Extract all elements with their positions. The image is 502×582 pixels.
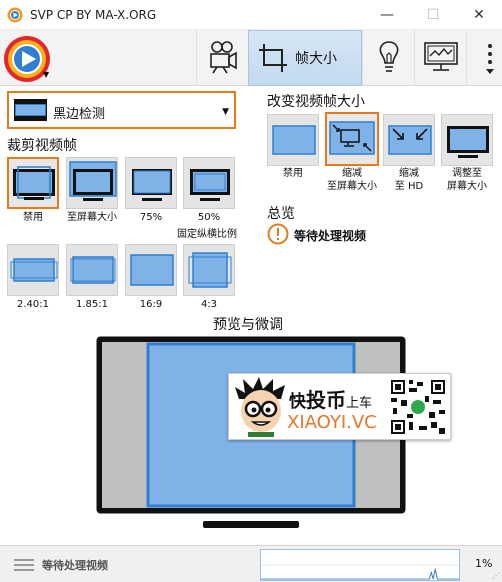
status-bar: 等待处理视频 1% ⋰ (0, 545, 502, 582)
resize-grip-icon[interactable]: ⋰ (492, 571, 500, 580)
shrink-to-hd-icon (388, 125, 432, 155)
tab-video-camera[interactable] (196, 30, 248, 86)
monitor-75-icon (132, 169, 172, 201)
resize-disabled-button[interactable] (267, 114, 319, 166)
cartoon-avatar-icon (235, 377, 285, 437)
cpu-percent: 1% (475, 557, 493, 570)
qr-code-icon (389, 378, 447, 436)
watermark-slogan-a: 快 (289, 392, 306, 412)
monitor-icon (13, 166, 55, 200)
crop-disabled-label: 禁用 (23, 212, 43, 223)
toolbar-divider (466, 30, 467, 86)
overview-status: 等待处理视频 (294, 229, 367, 243)
monitor-chart-icon (424, 42, 458, 71)
ratio-185-icon (70, 256, 116, 284)
hamburger-menu-icon[interactable] (14, 558, 34, 572)
ratio-185-label: 1.85:1 (76, 299, 108, 310)
ratio-43-label: 4:3 (200, 299, 218, 310)
monitor-fit-icon (69, 161, 117, 201)
resize-disabled-icon (272, 125, 316, 155)
svp-app-icon (7, 7, 23, 23)
shrink-to-hd-button[interactable] (383, 114, 435, 166)
warning-icon (267, 223, 289, 245)
ratio-169-icon (130, 254, 174, 286)
tab-frame-size-label: 帧大小 (295, 51, 337, 67)
tab-lightbulb[interactable] (362, 30, 414, 86)
tab-frame-size[interactable]: 帧大小 (248, 30, 362, 86)
title-bar: SVP CP BY MA-X.ORG — ☐ ✕ (0, 0, 502, 30)
letterbox-icon (14, 99, 47, 121)
video-camera-icon (210, 41, 237, 74)
watermark-slogan: 快投币上车 (289, 384, 372, 413)
window-title: SVP CP BY MA-X.ORG (30, 8, 157, 22)
close-button[interactable]: ✕ (456, 0, 502, 30)
watermark-card: 快投币上车 XIAOYI.VC (228, 373, 451, 440)
shrink-to-screen-icon (329, 121, 375, 155)
monitor-50-icon (190, 169, 230, 201)
chevron-down-icon: ▼ (222, 107, 229, 117)
crop-50-button[interactable] (183, 157, 235, 209)
shrink-to-hd-label: 缩减 至 HD (394, 168, 424, 192)
tab-monitor[interactable] (414, 30, 466, 86)
ratio-169-label: 16:9 (139, 299, 163, 310)
crop-to-screen-label: 至屏幕大小 (67, 212, 117, 223)
ratio-43-button[interactable] (183, 244, 235, 296)
dropdown-value: 黑边检测 (53, 107, 106, 122)
watermark-slogan-c: 上车 (346, 396, 373, 411)
minimize-button[interactable]: — (364, 0, 410, 30)
ratio-43-icon (188, 252, 232, 288)
fixed-ratio-label: 固定纵横比例 (177, 229, 237, 240)
shrink-to-screen-button[interactable] (325, 112, 379, 166)
crop-disabled-button[interactable] (7, 157, 59, 209)
lightbulb-icon (379, 41, 399, 72)
ratio-169-button[interactable] (125, 244, 177, 296)
preview-title: 预览与微调 (213, 317, 283, 333)
fit-to-screen-label: 调整至 屏幕大小 (447, 168, 487, 192)
overview-heading: 总览 (267, 206, 295, 222)
fit-to-screen-icon (447, 126, 489, 158)
frame-resize-icon (259, 44, 287, 72)
ratio-185-button[interactable] (66, 244, 118, 296)
cpu-load-graph (260, 549, 460, 581)
watermark-slogan-b: 投币 (306, 388, 346, 412)
shrink-to-screen-label: 缩减 至屏幕大小 (327, 168, 377, 192)
crop-75-label: 75% (139, 212, 163, 223)
crop-50-label: 50% (197, 212, 221, 223)
monitor-stand (203, 521, 299, 528)
watermark-site: XIAOYI.VC (287, 412, 377, 433)
resize-heading: 改变视频帧大小 (267, 94, 365, 110)
toolbar: ▼ 帧大小 (0, 30, 502, 86)
crop-to-screen-button[interactable] (66, 157, 118, 209)
status-bar-text: 等待处理视频 (42, 559, 108, 572)
black-border-detect-dropdown[interactable]: 黑边检测 ▼ (7, 91, 236, 129)
ratio-240-icon (10, 258, 58, 282)
more-menu-icon[interactable] (482, 38, 498, 80)
ratio-240-button[interactable] (7, 244, 59, 296)
resize-disabled-label: 禁用 (283, 168, 303, 179)
ratio-240-label: 2.40:1 (17, 299, 49, 310)
crop-heading: 裁剪视频帧 (7, 138, 77, 154)
maximize-button[interactable]: ☐ (410, 0, 456, 30)
fit-to-screen-button[interactable] (441, 114, 493, 166)
crop-75-button[interactable] (125, 157, 177, 209)
logo-menu-caret-icon[interactable]: ▼ (43, 70, 49, 79)
